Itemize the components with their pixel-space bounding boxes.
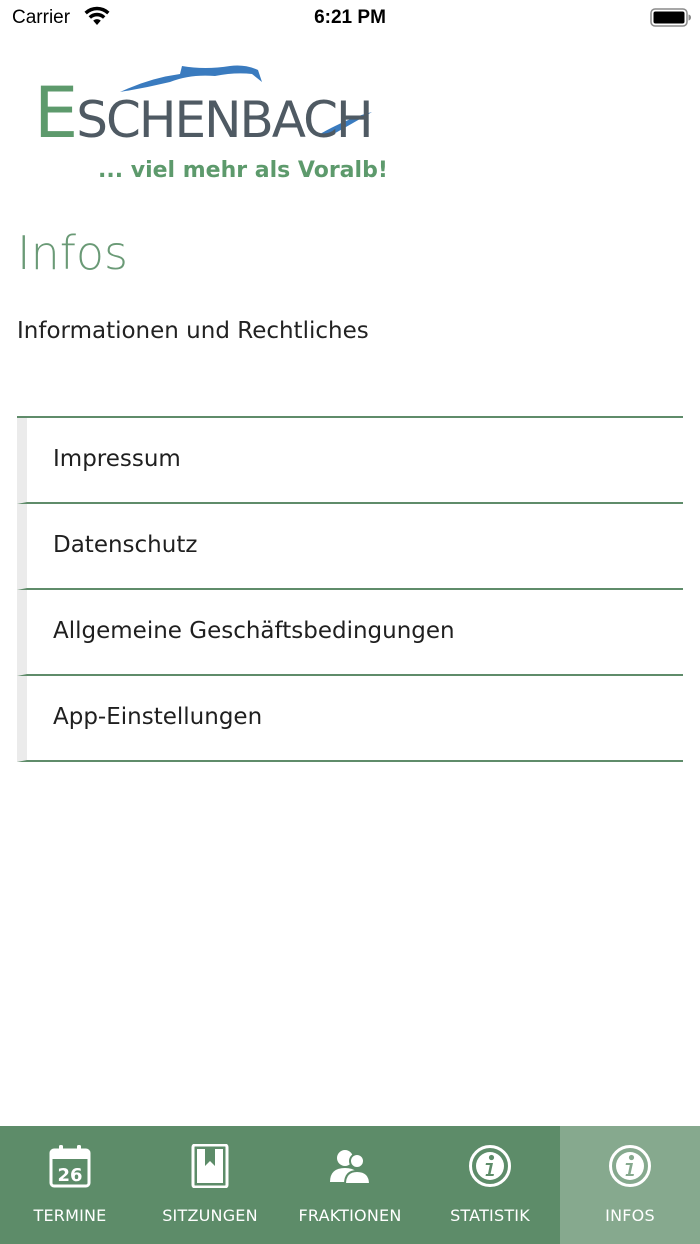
tab-infos[interactable]: INFOS: [560, 1126, 700, 1244]
tab-termine[interactable]: 26 TERMINE: [0, 1126, 140, 1244]
menu-item-label: App-Einstellungen: [53, 704, 263, 730]
tab-statistik[interactable]: STATISTIK: [420, 1126, 560, 1244]
users-icon: [330, 1150, 372, 1185]
tab-label: INFOS: [605, 1206, 655, 1225]
info-icon: [469, 1145, 511, 1187]
status-time: 6:21 PM: [314, 7, 386, 28]
tab-sitzungen[interactable]: SITZUNGEN: [140, 1126, 280, 1244]
menu-item-impressum[interactable]: Impressum: [17, 418, 683, 504]
calendar-day: 26: [57, 1165, 82, 1186]
book-icon: [191, 1144, 229, 1188]
page-subtitle: Informationen und Rechtliches: [17, 318, 369, 344]
menu-item-label: Datenschutz: [53, 532, 198, 558]
tab-bar: 26 TERMINE SITZUNGEN FRAKTIONEN STATISTI…: [0, 1126, 700, 1244]
menu-item-agb[interactable]: Allgemeine Geschäftsbedingungen: [17, 590, 683, 676]
menu-item-label: Impressum: [53, 446, 181, 472]
tab-label: STATISTIK: [450, 1206, 530, 1225]
tab-label: TERMINE: [33, 1206, 107, 1225]
tab-label: FRAKTIONEN: [298, 1206, 402, 1225]
calendar-icon: 26: [49, 1145, 91, 1188]
logo-slogan: ... viel mehr als Voralb!: [98, 158, 388, 183]
menu-item-label: Allgemeine Geschäftsbedingungen: [53, 618, 455, 644]
tab-label: SITZUNGEN: [162, 1206, 258, 1225]
eschenbach-logo: ESCHENBACH ... viel mehr als Voralb!: [30, 60, 388, 190]
status-bar: Carrier 6:21 PM: [0, 0, 700, 40]
info-menu-list: Impressum Datenschutz Allgemeine Geschäf…: [17, 416, 683, 762]
tab-fraktionen[interactable]: FRAKTIONEN: [280, 1126, 420, 1244]
logo-letters: SCHENBACH: [76, 91, 373, 149]
battery-icon: [650, 8, 691, 27]
logo-letter-e: E: [34, 72, 78, 154]
menu-item-datenschutz[interactable]: Datenschutz: [17, 504, 683, 590]
page-title: Infos: [17, 226, 129, 280]
logo-wordmark: ESCHENBACH: [34, 78, 374, 149]
menu-item-app-einstellungen[interactable]: App-Einstellungen: [17, 676, 683, 762]
info-icon: [609, 1145, 651, 1187]
